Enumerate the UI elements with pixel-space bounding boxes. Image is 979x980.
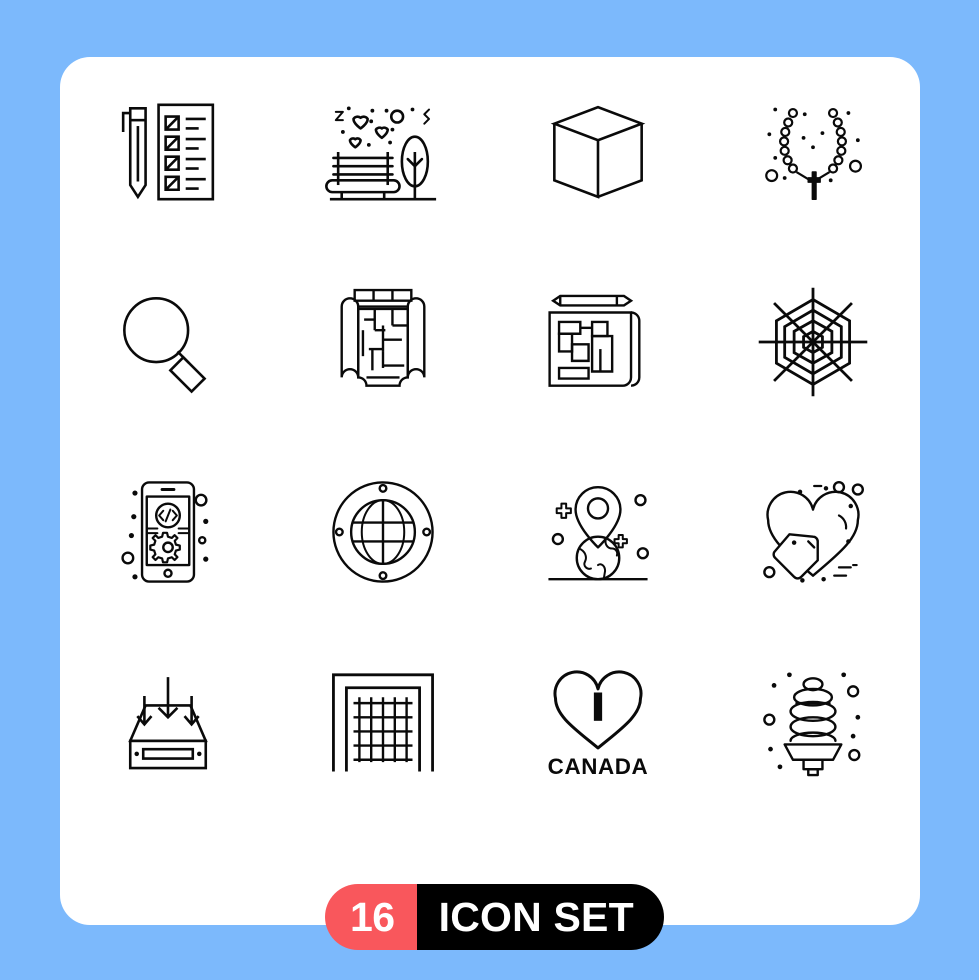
heart-tag-icon [754,473,872,583]
blueprint-pencil-icon [539,283,657,401]
pen-checklist-icon [109,93,227,211]
i-love-canada-icon: CANADA [547,663,648,779]
soccer-goal-icon [324,663,442,781]
icon-set-card: CANADA [60,57,920,925]
icon-cell-heart-tag[interactable] [705,437,920,627]
canada-label: CANADA [547,754,648,779]
icon-cell-location-globe[interactable] [490,437,705,627]
park-bench-hearts-icon [324,106,442,211]
icon-cell-park-bench[interactable] [275,57,490,247]
icon-cell-porthole[interactable] [275,437,490,627]
porthole-window-icon [324,473,442,591]
spider-web-icon [754,283,872,401]
icon-cell-rosary[interactable] [705,57,920,247]
inbox-download-icon [109,663,227,781]
icon-set-label: ICON SET [416,884,664,950]
cfl-lightbulb-icon [754,672,872,781]
location-pin-globe-icon [539,473,657,591]
icon-cell-cube[interactable] [490,57,705,247]
icon-set-banner: 16 ICON SET [325,884,664,950]
cube-icon [539,93,657,211]
floor-plan-scroll-icon [324,283,442,401]
icon-cell-pen-checklist[interactable] [60,57,275,247]
icon-cell-floor-plan[interactable] [275,247,490,437]
icon-cell-blueprint-pencil[interactable] [490,247,705,437]
icon-cell-magnifier[interactable] [60,247,275,437]
icon-cell-mobile-app-dev[interactable] [60,437,275,627]
rosary-beads-icon [754,107,872,211]
icon-cell-soccer-goal[interactable] [275,627,490,817]
icon-grid: CANADA [60,57,920,817]
icon-cell-inbox-download[interactable] [60,627,275,817]
icon-count-badge: 16 [325,884,417,950]
mobile-app-development-icon [109,473,208,591]
icon-cell-spider-web[interactable] [705,247,920,437]
icon-cell-i-love-canada[interactable]: CANADA [490,627,705,817]
icon-cell-cfl-bulb[interactable] [705,627,920,817]
magnifying-glass-icon [109,283,227,401]
